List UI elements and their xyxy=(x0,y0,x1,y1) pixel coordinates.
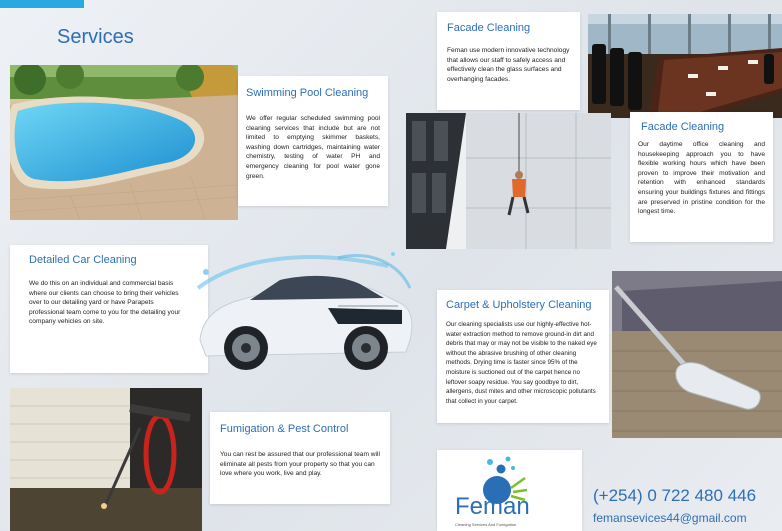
pool-card: Swimming Pool Cleaning We offer regular … xyxy=(238,76,388,206)
facade-body: Feman use modern innovative technology t… xyxy=(447,47,570,83)
contact-phone: (+254) 0 722 480 446 xyxy=(593,486,757,505)
corner-accent xyxy=(0,0,84,8)
facade-card: Facade Cleaning Feman use modern innovat… xyxy=(437,12,580,110)
office-cleaning-title: Facade Cleaning xyxy=(641,121,725,133)
fumigation-title: Fumigation & Pest Control xyxy=(220,423,349,435)
contact-email[interactable]: femansevices44@gmail.com xyxy=(593,511,747,525)
carpet-title: Carpet & Upholstery Cleaning xyxy=(446,299,592,311)
swimming-pool-photo xyxy=(10,65,238,220)
carpet-card: Carpet & Upholstery Cleaning Our cleanin… xyxy=(437,290,609,423)
fumigation-body: You can rest be assured that our profess… xyxy=(220,451,380,478)
window-cleaner-photo xyxy=(406,113,611,249)
car-photo xyxy=(188,248,416,388)
facade-title: Facade Cleaning xyxy=(447,22,531,34)
car-body: We do this on an individual and commerci… xyxy=(29,280,181,326)
logo-card: Feman Cleaning Services And Fumigation xyxy=(437,450,582,531)
logo-name: Feman xyxy=(455,493,530,520)
pool-title: Swimming Pool Cleaning xyxy=(246,87,369,99)
page-title: Services xyxy=(57,26,134,48)
pool-body: We offer regular scheduled swimming pool… xyxy=(246,115,380,180)
logo-tagline: Cleaning Services And Fumigation xyxy=(455,522,517,527)
carpet-body: Our cleaning specialists use our highly-… xyxy=(446,321,597,405)
boardroom-photo xyxy=(588,14,782,118)
fumigation-photo xyxy=(10,388,202,531)
office-cleaning-body: Our daytime office cleaning and housekee… xyxy=(638,141,765,216)
fumigation-card: Fumigation & Pest Control You can rest b… xyxy=(210,412,390,504)
car-card: Detailed Car Cleaning We do this on an i… xyxy=(10,245,208,373)
car-title: Detailed Car Cleaning xyxy=(29,254,137,266)
vacuum-carpet-photo xyxy=(612,271,782,438)
office-cleaning-card: Facade Cleaning Our daytime office clean… xyxy=(630,112,773,242)
